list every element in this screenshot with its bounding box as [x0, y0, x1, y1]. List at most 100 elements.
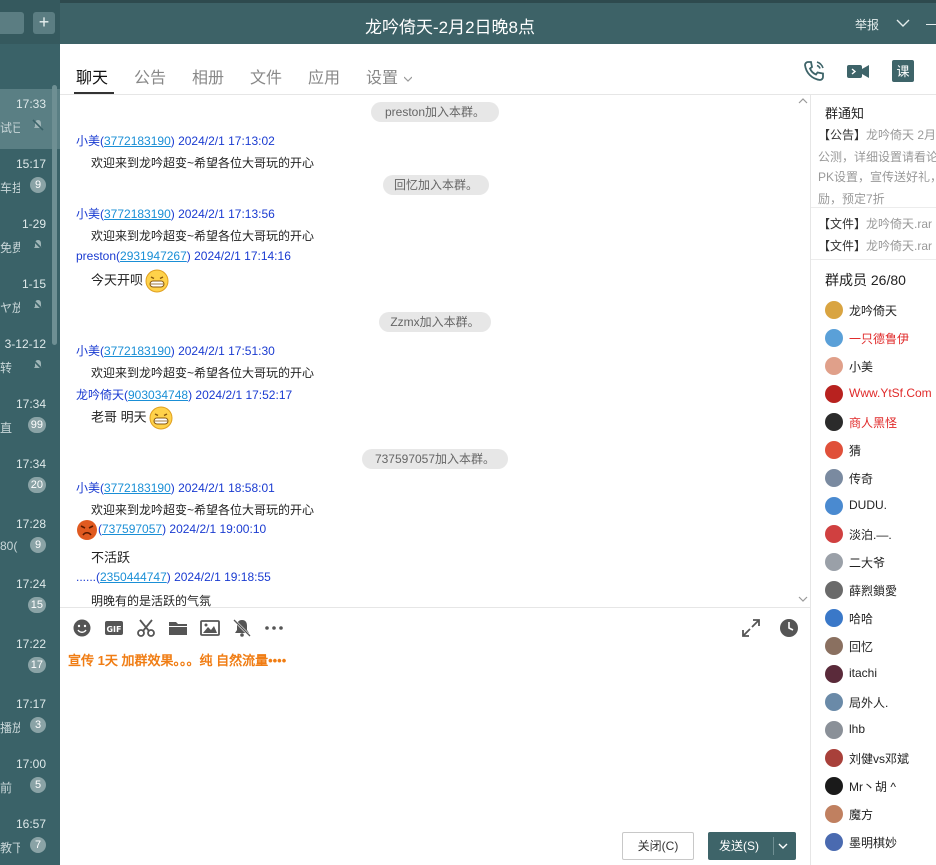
member-item[interactable]: itachi — [825, 663, 936, 687]
close-button[interactable]: 关闭(C) — [622, 832, 694, 860]
emoji-icon[interactable] — [72, 618, 92, 638]
member-item[interactable]: 二大爷 — [825, 551, 936, 575]
member-item[interactable]: 商人黑怪 — [825, 411, 936, 435]
conversation-item[interactable]: 17:33 试已 — [0, 89, 60, 149]
avatar[interactable] — [825, 525, 843, 543]
member-item[interactable]: 龙吟倚天 — [825, 299, 936, 323]
tab-chat[interactable]: 聊天 — [76, 64, 108, 88]
folder-icon[interactable] — [168, 618, 188, 638]
member-item[interactable]: 墨明棋妙 — [825, 831, 936, 855]
sender-qq-link[interactable]: 3772183190 — [104, 207, 171, 221]
image-icon[interactable] — [200, 618, 220, 638]
sender-qq-link[interactable]: 3772183190 — [104, 134, 171, 148]
report-button[interactable]: 举报 — [855, 16, 879, 33]
sender-name[interactable]: preston( — [76, 249, 120, 263]
member-item[interactable]: Www.YtSf.Com — [825, 383, 936, 407]
member-item[interactable]: 淡泊.—. — [825, 523, 936, 547]
history-clock-icon[interactable] — [779, 618, 799, 638]
avatar[interactable] — [825, 665, 843, 683]
member-item[interactable]: 刘健vs邓斌 — [825, 747, 936, 771]
avatar[interactable] — [825, 805, 843, 823]
conversation-item[interactable]: 15:17 车挂 9 — [0, 149, 60, 209]
draft-input[interactable]: 宣传 1天 加群效果。。。纯 自然流量•••• — [68, 650, 286, 669]
sender-name[interactable]: 小美( — [76, 207, 104, 221]
chevron-down-icon[interactable] — [778, 843, 788, 850]
conversation-item[interactable]: 17:00 前 5 — [0, 749, 60, 809]
conversation-item[interactable]: 16:57 教下 7 — [0, 809, 60, 865]
sender-qq-link[interactable]: 3772183190 — [104, 481, 171, 495]
sender-name[interactable]: 小美( — [76, 481, 104, 495]
member-item[interactable]: DUDU. — [825, 495, 936, 519]
member-item[interactable]: Mr丶胡 ^ — [825, 775, 936, 799]
avatar[interactable] — [825, 469, 843, 487]
class-icon[interactable]: 课 — [891, 59, 915, 83]
mute-bell-icon[interactable] — [232, 618, 252, 638]
conversation-item[interactable]: 17:34 20 — [0, 449, 60, 509]
tab-announcement[interactable]: 公告 — [134, 64, 166, 88]
sender-qq-link[interactable]: 2350444747 — [100, 570, 167, 584]
conversation-list-scrollbar[interactable] — [52, 85, 57, 345]
phone-icon[interactable] — [802, 59, 826, 83]
sender-qq-link[interactable]: 3772183190 — [104, 344, 171, 358]
sender-name[interactable]: 小美( — [76, 344, 104, 358]
member-item[interactable]: 小美 — [825, 355, 936, 379]
avatar[interactable] — [825, 721, 843, 739]
conversation-item[interactable]: 1-29 免费 — [0, 209, 60, 269]
avatar[interactable] — [825, 301, 843, 319]
avatar[interactable] — [825, 609, 843, 627]
avatar[interactable] — [825, 749, 843, 767]
avatar[interactable] — [825, 329, 843, 347]
avatar[interactable] — [825, 441, 843, 459]
scissors-icon[interactable] — [136, 618, 156, 638]
notice-item[interactable]: 【公告】龙吟倚天 2月 — [818, 126, 936, 143]
video-icon[interactable] — [846, 59, 870, 83]
search-box[interactable] — [0, 12, 24, 34]
file-item[interactable]: 【文件】龙吟倚天.rar — [818, 215, 932, 232]
conversation-item[interactable]: 1-15 ヤ放 — [0, 269, 60, 329]
conversation-item[interactable]: 17:28 80(9 — [0, 509, 60, 569]
member-item[interactable]: 魔方 — [825, 803, 936, 827]
member-item[interactable]: 局外人. — [825, 691, 936, 715]
chevron-down-icon[interactable] — [896, 18, 910, 28]
avatar[interactable] — [825, 497, 843, 515]
avatar[interactable] — [825, 413, 843, 431]
tab-apps[interactable]: 应用 — [308, 64, 340, 88]
member-item[interactable]: 猜 — [825, 439, 936, 463]
avatar[interactable] — [825, 357, 843, 375]
sender-qq-link[interactable]: 2931947267 — [120, 249, 187, 263]
avatar[interactable] — [825, 637, 843, 655]
member-item[interactable]: 回忆 — [825, 635, 936, 659]
avatar[interactable] — [825, 777, 843, 795]
member-item[interactable]: 传奇 — [825, 467, 936, 491]
tab-settings[interactable]: 设置 — [366, 64, 413, 88]
conversation-item[interactable]: 17:22 17 — [0, 629, 60, 689]
conversation-item[interactable]: 17:34 直 99 — [0, 389, 60, 449]
message-area[interactable]: preston加入本群。 小美(3772183190) 2024/2/1 17:… — [60, 95, 810, 607]
tab-album[interactable]: 相册 — [192, 64, 224, 88]
scroll-up-icon[interactable] — [798, 97, 808, 105]
member-item[interactable]: lhb — [825, 719, 936, 743]
sender-name[interactable]: ......( — [76, 570, 100, 584]
gif-icon[interactable]: GIF — [104, 618, 124, 638]
conversation-item[interactable]: 3-12-12 转 — [0, 329, 60, 389]
add-button[interactable]: + — [33, 12, 55, 34]
member-item[interactable]: 一只德鲁伊 — [825, 327, 936, 351]
member-item[interactable]: 薛煭鎖愛 — [825, 579, 936, 603]
tab-files[interactable]: 文件 — [250, 64, 282, 88]
minimize-icon[interactable] — [926, 24, 936, 25]
avatar[interactable] — [825, 581, 843, 599]
avatar[interactable] — [825, 385, 843, 403]
sender-name[interactable]: 小美( — [76, 134, 104, 148]
sender-name[interactable]: 龙吟倚天( — [76, 388, 128, 402]
scroll-down-icon[interactable] — [798, 595, 808, 603]
more-icon[interactable] — [264, 618, 284, 638]
sender-qq-link[interactable]: 737597057 — [102, 522, 162, 536]
sender-qq-link[interactable]: 903034748 — [128, 388, 188, 402]
send-button[interactable]: 发送(S) — [708, 832, 796, 860]
expand-icon[interactable] — [741, 618, 761, 638]
avatar[interactable] — [825, 693, 843, 711]
conversation-item[interactable]: 17:17 播放 3 — [0, 689, 60, 749]
member-item[interactable]: 哈哈 — [825, 607, 936, 631]
file-item[interactable]: 【文件】龙吟倚天.rar — [818, 237, 932, 254]
avatar[interactable] — [825, 553, 843, 571]
